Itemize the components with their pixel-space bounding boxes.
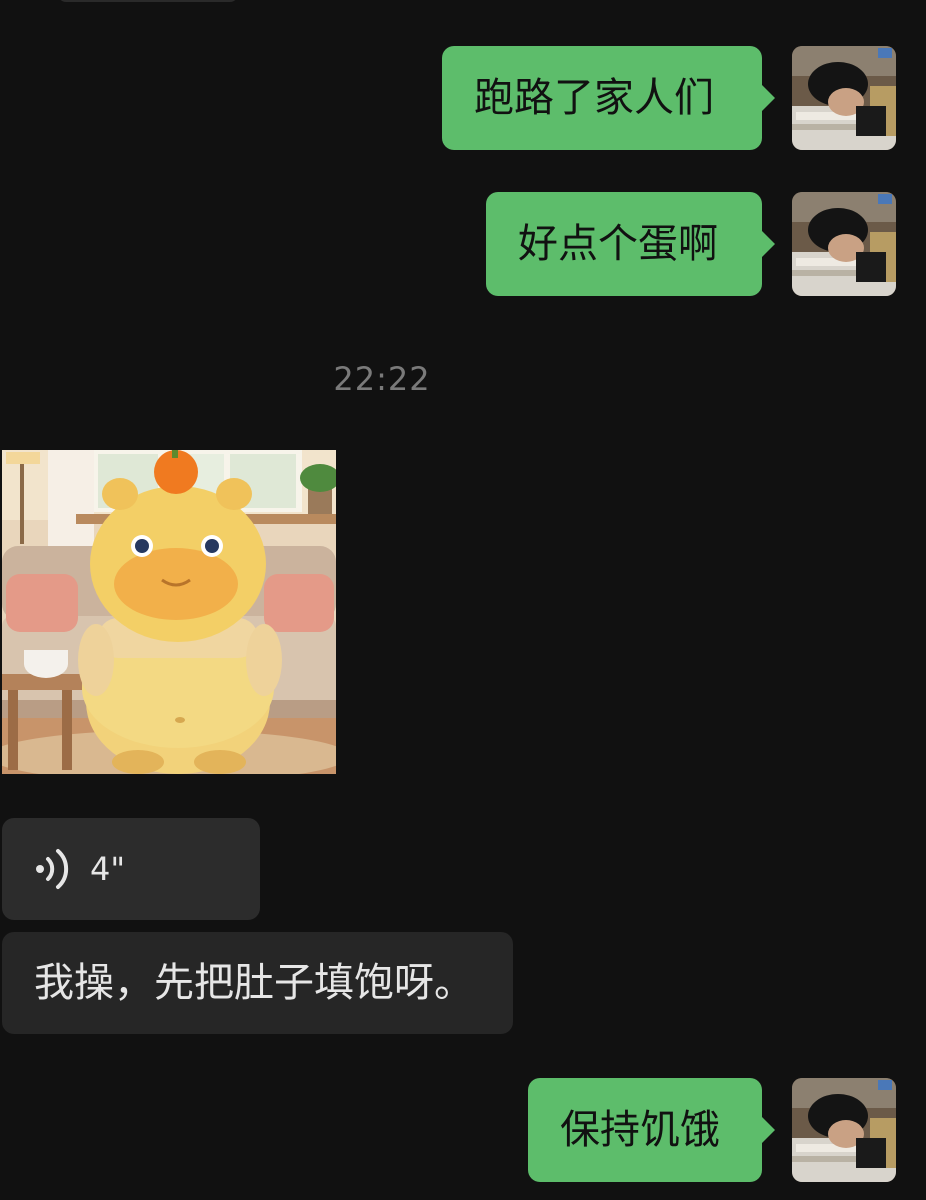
voice-wave-icon <box>36 849 69 889</box>
voice-duration-label: 4" <box>90 850 126 888</box>
sticker-illustration <box>2 450 336 774</box>
voice-message-bubble[interactable]: 4" <box>2 818 260 920</box>
sticker-image[interactable] <box>2 450 336 774</box>
previous-message-edge <box>58 0 238 2</box>
avatar-photo <box>792 192 896 296</box>
avatar-photo <box>792 1078 896 1182</box>
avatar-photo <box>792 46 896 150</box>
user-avatar[interactable] <box>792 46 896 150</box>
outgoing-message-bubble[interactable]: 跑路了家人们 <box>442 46 775 150</box>
incoming-message-bubble[interactable]: 我操，先把肚子填饱呀。 <box>2 932 513 1034</box>
outgoing-message-bubble[interactable]: 好点个蛋啊 <box>486 192 775 296</box>
user-avatar[interactable] <box>792 192 896 296</box>
message-timestamp: 22:22 <box>333 360 431 398</box>
user-avatar[interactable] <box>792 1078 896 1182</box>
outgoing-message-bubble[interactable]: 保持饥饿 <box>528 1078 775 1182</box>
